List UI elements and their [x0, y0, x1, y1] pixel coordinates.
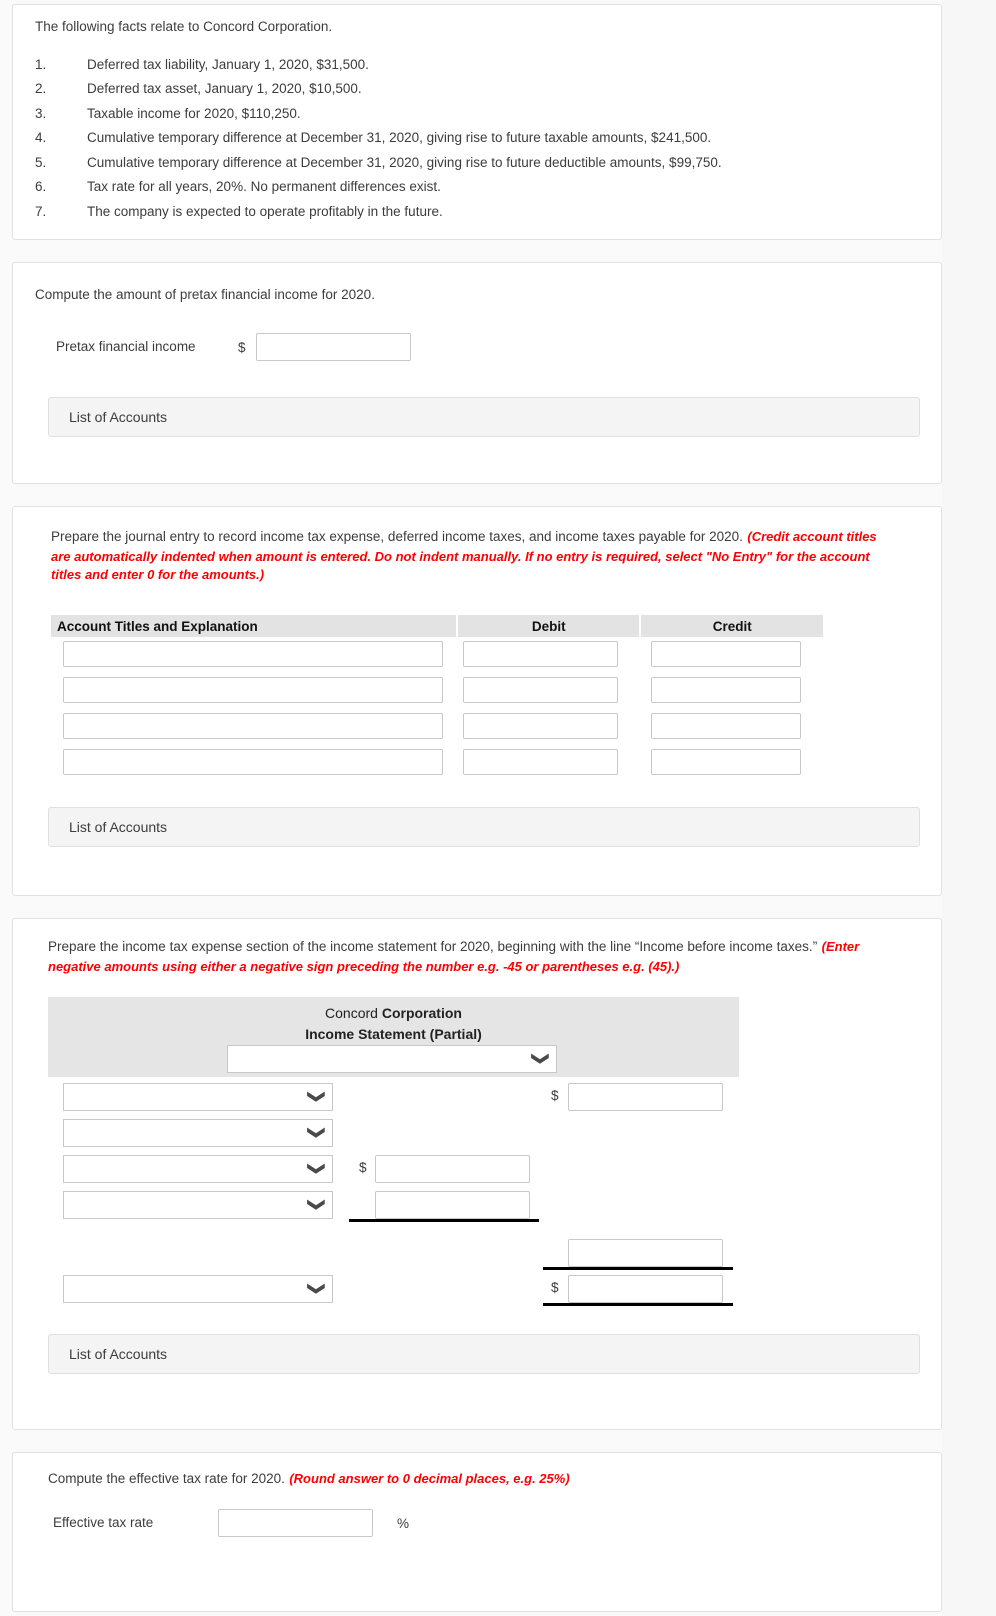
statement-title: Income Statement (Partial)	[305, 1026, 482, 1042]
fact-number: 5.	[35, 154, 47, 170]
list-of-accounts-label: List of Accounts	[69, 819, 168, 835]
credit-input[interactable]	[651, 641, 801, 667]
fact-text: Cumulative temporary difference at Decem…	[87, 130, 712, 146]
scroll-gutter[interactable]	[942, 0, 996, 1616]
table-row	[63, 641, 801, 667]
total-rule	[543, 1303, 733, 1306]
chevron-down-icon: ❯	[531, 1051, 551, 1066]
fact-text: The company is expected to operate profi…	[87, 203, 443, 219]
part-b-prompt: Prepare the journal entry to record inco…	[51, 529, 743, 544]
income-line-amount-mid-3[interactable]	[375, 1155, 530, 1183]
pretax-income-card: Compute the amount of pretax financial i…	[12, 262, 942, 484]
column-header-credit: Credit	[641, 615, 824, 637]
pretax-income-field-group: Pretax financial income $	[56, 333, 411, 361]
part-c-prompt-block: Prepare the income tax expense section o…	[48, 937, 888, 976]
part-a-prompt: Compute the amount of pretax financial i…	[35, 287, 375, 302]
currency-symbol-right-1: $	[551, 1088, 559, 1103]
fact-number: 2.	[35, 81, 47, 97]
list-of-accounts-label: List of Accounts	[69, 409, 168, 425]
exercise-page: The following facts relate to Concord Co…	[0, 0, 996, 1616]
chevron-down-icon: ❯	[307, 1089, 327, 1104]
fact-text: Taxable income for 2020, $110,250.	[87, 105, 301, 121]
income-line-select-3[interactable]: ❯	[63, 1155, 333, 1183]
account-title-input[interactable]	[63, 641, 443, 667]
effective-tax-rate-label: Effective tax rate	[53, 1514, 154, 1530]
income-statement-card: Prepare the income tax expense section o…	[12, 918, 942, 1430]
table-row	[63, 713, 801, 739]
income-line-amount-mid-4[interactable]	[375, 1191, 530, 1219]
list-item: 2. Deferred tax asset, January 1, 2020, …	[35, 79, 915, 100]
debit-input[interactable]	[463, 749, 618, 775]
part-d-prompt-block: Compute the effective tax rate for 2020.…	[48, 1469, 908, 1490]
fact-number: 6.	[35, 179, 47, 195]
income-line-amount-right-1[interactable]	[568, 1083, 723, 1111]
statement-heading: Concord Corporation Income Statement (Pa…	[48, 997, 739, 1045]
chevron-down-icon: ❯	[307, 1125, 327, 1140]
list-item: 1. Deferred tax liability, January 1, 20…	[35, 55, 915, 76]
journal-table-header: Account Titles and Explanation Debit Cre…	[51, 615, 824, 637]
debit-input[interactable]	[463, 677, 618, 703]
fact-number: 7.	[35, 203, 47, 219]
income-total-select[interactable]: ❯	[63, 1275, 333, 1303]
chevron-down-icon: ❯	[307, 1197, 327, 1212]
fact-number: 4.	[35, 130, 47, 146]
statement-period-select[interactable]: ❯	[227, 1045, 557, 1073]
list-of-accounts-button-b[interactable]: List of Accounts	[48, 807, 920, 847]
chevron-down-icon: ❯	[307, 1161, 327, 1176]
pretax-income-input[interactable]	[255, 333, 411, 361]
pretax-income-label: Pretax financial income	[56, 338, 196, 354]
table-row	[63, 749, 801, 775]
part-d-prompt-red: (Round answer to 0 decimal places, e.g. …	[289, 1471, 570, 1486]
list-of-accounts-button-a[interactable]: List of Accounts	[48, 397, 920, 437]
currency-symbol-total: $	[551, 1280, 559, 1295]
part-c-prompt: Prepare the income tax expense section o…	[48, 939, 818, 954]
credit-input[interactable]	[651, 677, 801, 703]
part-b-prompt-block: Prepare the journal entry to record inco…	[51, 527, 899, 584]
fact-text: Deferred tax liability, January 1, 2020,…	[87, 57, 369, 72]
column-header-debit: Debit	[457, 615, 640, 637]
income-subtotal-input[interactable]	[568, 1239, 723, 1267]
facts-list: 1. Deferred tax liability, January 1, 20…	[35, 55, 915, 226]
effective-tax-rate-card: Compute the effective tax rate for 2020.…	[12, 1452, 942, 1612]
effective-tax-rate-field-group: Effective tax rate %	[53, 1509, 409, 1537]
debit-input[interactable]	[463, 713, 618, 739]
subtotal-rule-mid	[349, 1219, 539, 1222]
income-line-select-2[interactable]: ❯	[63, 1119, 333, 1147]
list-of-accounts-label: List of Accounts	[69, 1346, 168, 1362]
journal-entry-card: Prepare the journal entry to record inco…	[12, 506, 942, 896]
currency-symbol-mid-3: $	[359, 1160, 367, 1175]
column-header-account: Account Titles and Explanation	[51, 615, 456, 637]
chevron-down-icon: ❯	[307, 1281, 327, 1296]
fact-text: Deferred tax asset, January 1, 2020, $10…	[87, 81, 362, 97]
income-line-select-1[interactable]: ❯	[63, 1083, 333, 1111]
fact-number: 3.	[35, 105, 47, 121]
list-item: 6. Tax rate for all years, 20%. No perma…	[35, 177, 915, 198]
table-row	[63, 677, 801, 703]
credit-input[interactable]	[651, 713, 801, 739]
account-title-input[interactable]	[63, 677, 443, 703]
company-name-normal: Concord	[325, 1005, 382, 1021]
effective-tax-rate-input[interactable]	[218, 1509, 373, 1537]
facts-card: The following facts relate to Concord Co…	[12, 4, 942, 240]
account-title-input[interactable]	[63, 749, 443, 775]
list-item: 5. Cumulative temporary difference at De…	[35, 153, 915, 174]
fact-text: Tax rate for all years, 20%. No permanen…	[87, 179, 441, 195]
credit-input[interactable]	[651, 749, 801, 775]
list-item: 3. Taxable income for 2020, $110,250.	[35, 104, 915, 125]
facts-intro: The following facts relate to Concord Co…	[35, 19, 333, 34]
percent-symbol: %	[397, 1515, 410, 1531]
account-title-input[interactable]	[63, 713, 443, 739]
currency-symbol: $	[238, 339, 246, 355]
part-d-prompt: Compute the effective tax rate for 2020.	[48, 1471, 285, 1486]
income-total-input[interactable]	[568, 1275, 723, 1303]
income-line-select-4[interactable]: ❯	[63, 1191, 333, 1219]
debit-input[interactable]	[463, 641, 618, 667]
company-name-bold: Corporation	[381, 1005, 462, 1021]
subtotal-rule-right	[543, 1267, 733, 1270]
list-of-accounts-button-c[interactable]: List of Accounts	[48, 1334, 920, 1374]
list-item: 7. The company is expected to operate pr…	[35, 202, 915, 223]
fact-text: Cumulative temporary difference at Decem…	[87, 154, 722, 170]
fact-number: 1.	[35, 57, 47, 72]
list-item: 4. Cumulative temporary difference at De…	[35, 128, 915, 149]
